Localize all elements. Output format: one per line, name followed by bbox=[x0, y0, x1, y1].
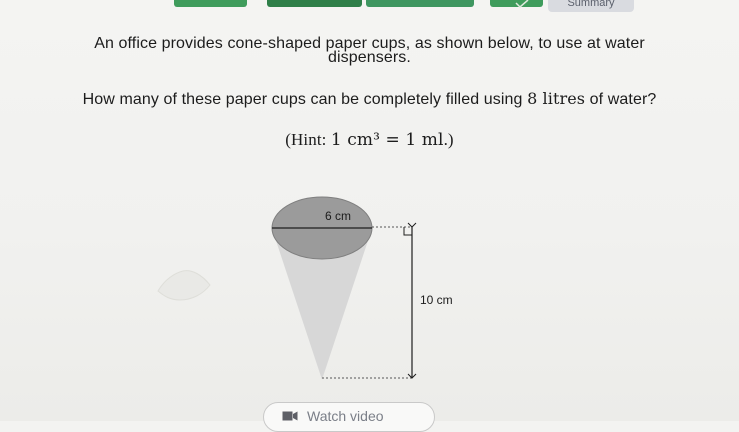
background-smudge bbox=[157, 270, 211, 301]
right-angle-marker bbox=[403, 227, 412, 236]
question-prompt-prefix: How many of these paper cups can be comp… bbox=[82, 91, 528, 108]
check-icon bbox=[515, 0, 529, 8]
question-text-line-2: dispensers. bbox=[328, 49, 411, 66]
question-prompt: How many of these paper cups can be comp… bbox=[0, 89, 739, 109]
hint-suffix: .) bbox=[443, 130, 454, 149]
hint-line: (Hint: 1 cm³ = 1 ml.) bbox=[0, 130, 739, 150]
summary-tab[interactable]: Summary bbox=[548, 0, 634, 12]
progress-segment-1 bbox=[174, 0, 247, 7]
height-label: 10 cm bbox=[420, 293, 453, 307]
hint-prefix: (Hint: bbox=[285, 130, 331, 149]
diameter-label: 6 cm bbox=[325, 209, 352, 223]
progress-segment-3 bbox=[366, 0, 474, 7]
question-prompt-suffix: of water? bbox=[585, 91, 657, 108]
top-progress-strip: Summary bbox=[0, 0, 739, 12]
progress-segment-2 bbox=[267, 0, 362, 7]
watch-video-label: Watch video bbox=[307, 408, 384, 424]
hint-equation: 1 cm³ = 1 ml bbox=[330, 130, 444, 150]
watch-video-button[interactable]: Watch video bbox=[263, 402, 435, 432]
height-arrow-top bbox=[407, 222, 417, 228]
video-icon bbox=[282, 411, 298, 421]
cone-svg bbox=[271, 196, 417, 380]
question-prompt-quantity: 8 litres bbox=[527, 89, 586, 108]
cone-diagram bbox=[262, 186, 462, 386]
